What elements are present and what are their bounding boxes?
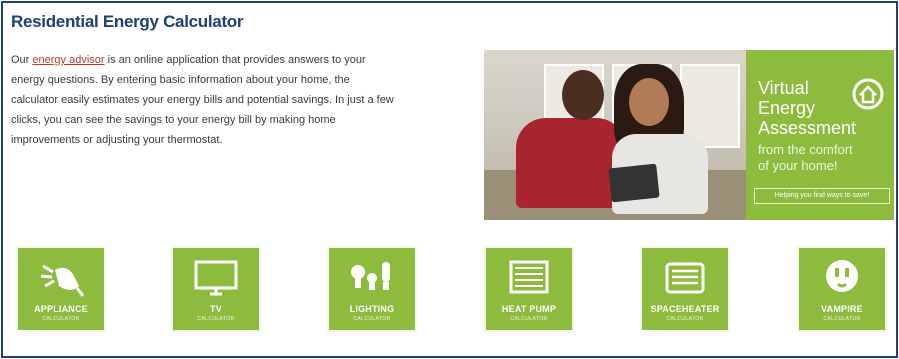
- intro-rest: is an online application that provides a…: [104, 54, 366, 66]
- tile-subtitle: CALCULATOR: [823, 316, 861, 322]
- virtual-assessment-banner[interactable]: Virtual Energy Assessment from the comfo…: [484, 50, 894, 220]
- heat-pump-icon: [509, 260, 549, 294]
- promo-heading-line-3: Assessment: [758, 118, 857, 138]
- save-tips-button[interactable]: Helping you find ways to save!: [754, 188, 890, 204]
- space-heater-icon: [665, 262, 705, 294]
- woman-head: [629, 78, 669, 126]
- tv-icon: [194, 260, 238, 296]
- plug-icon: [40, 264, 85, 297]
- couple-with-tablet-photo: [484, 50, 746, 220]
- promo-heading-line-2: Energy: [758, 98, 816, 118]
- heat-pump-calculator-tile[interactable]: HEAT PUMP CALCULATOR: [484, 246, 574, 332]
- tile-subtitle: CALCULATOR: [42, 316, 80, 322]
- promo-subtitle-line-1: from the comfort: [758, 142, 853, 157]
- intro-line-3: calculator easily estimates your energy …: [11, 94, 394, 106]
- intro-line-1: Our energy advisor is an online applicat…: [11, 50, 461, 70]
- promo-heading-line-1: Virtual: [758, 78, 809, 98]
- home-power-icon: [852, 78, 884, 110]
- man-figure: [516, 118, 626, 208]
- energy-advisor-link[interactable]: energy advisor: [32, 54, 104, 66]
- spaceheater-calculator-tile[interactable]: SPACEHEATER CALCULATOR: [640, 246, 730, 332]
- lighting-calculator-tile[interactable]: LIGHTING CALCULATOR: [327, 246, 417, 332]
- man-head: [562, 70, 604, 120]
- intro-line-5: improvements or adjusting your thermosta…: [11, 134, 223, 146]
- tile-subtitle: CALCULATOR: [353, 316, 391, 322]
- tv-calculator-tile[interactable]: TV CALCULATOR: [171, 246, 261, 332]
- tile-subtitle: CALCULATOR: [666, 316, 704, 322]
- promo-subtitle-line-2: of your home!: [758, 158, 838, 173]
- tile-subtitle: CALCULATOR: [510, 316, 548, 322]
- page-title: Residential Energy Calculator: [11, 12, 244, 31]
- intro-line-2: energy questions. By entering basic info…: [11, 74, 350, 86]
- tile-title: APPLIANCE: [34, 304, 88, 314]
- lightbulb-icon: [351, 262, 390, 290]
- promo-panel: Virtual Energy Assessment from the comfo…: [746, 50, 894, 220]
- vampire-calculator-tile[interactable]: VAMPIRE CALCULATOR: [797, 246, 887, 332]
- tile-title: TV: [210, 304, 222, 314]
- tile-title: HEAT PUMP: [501, 304, 557, 314]
- intro-line-4: clicks, you can see the savings to your …: [11, 114, 336, 126]
- tablet: [608, 163, 660, 203]
- intro-paragraph: Our energy advisor is an online applicat…: [11, 50, 461, 150]
- tile-title: VAMPIRE: [821, 304, 863, 314]
- tile-subtitle: CALCULATOR: [197, 316, 235, 322]
- tile-title: SPACEHEATER: [650, 304, 720, 314]
- outlet-icon: [826, 260, 858, 292]
- intro-prefix: Our: [11, 54, 33, 66]
- tile-title: LIGHTING: [349, 304, 395, 314]
- appliance-calculator-tile[interactable]: APPLIANCE CALCULATOR: [16, 246, 106, 332]
